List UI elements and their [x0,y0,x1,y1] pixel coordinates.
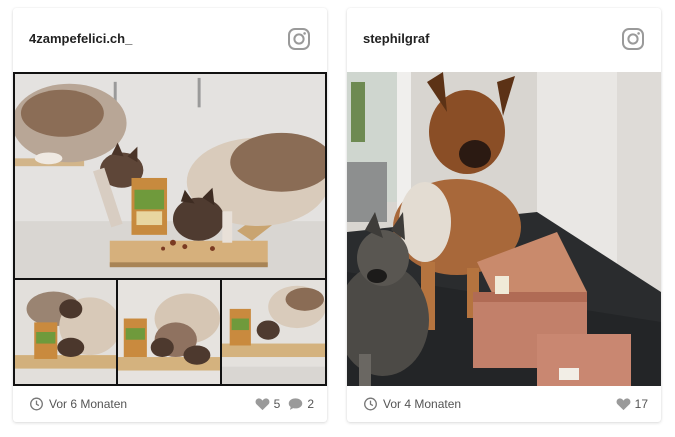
post-card[interactable]: 4zampefelici.ch_ Vor 6 Monaten 5 2 [13,8,327,422]
collage-main-photo[interactable] [13,72,327,280]
post-footer: Vor 4 Monaten 17 [347,386,661,422]
cats-eating-photo [15,74,325,278]
post-card[interactable]: stephilgraf Vor 4 Monaten 17 [347,8,661,422]
post-header: 4zampefelici.ch_ [13,8,327,72]
post-time-label: Vor 4 Monaten [383,397,462,411]
comments-count: 2 [307,397,314,411]
dogs-photo [347,72,661,386]
post-stats: 17 [616,397,648,411]
heart-icon [616,398,631,411]
post-photo[interactable] [347,72,661,386]
clock-icon [30,397,43,411]
clock-icon [364,397,377,411]
post-username[interactable]: 4zampefelici.ch_ [29,31,132,46]
collage-thumb-photo[interactable] [116,278,222,386]
post-time: Vor 6 Monaten [29,397,127,411]
cats-thumbnail-photo [118,280,220,384]
post-stats: 5 2 [255,397,314,411]
post-footer: Vor 6 Monaten 5 2 [13,386,327,422]
collage-thumb-photo[interactable] [220,278,327,386]
likes-count: 17 [634,397,648,411]
likes-count: 5 [273,397,281,411]
post-collage[interactable] [13,72,327,386]
post-username[interactable]: stephilgraf [363,31,429,46]
instagram-icon[interactable] [287,27,311,51]
collage-thumb-photo[interactable] [13,278,118,386]
post-time-label: Vor 6 Monaten [49,397,128,411]
post-time: Vor 4 Monaten [363,397,461,411]
heart-icon [255,398,270,411]
instagram-icon[interactable] [621,27,645,51]
post-header: stephilgraf [347,8,661,72]
comment-icon [289,398,303,410]
cats-thumbnail-photo [15,280,116,384]
cats-thumbnail-photo [222,280,325,384]
dogs-with-boxes-photo[interactable] [347,72,661,386]
